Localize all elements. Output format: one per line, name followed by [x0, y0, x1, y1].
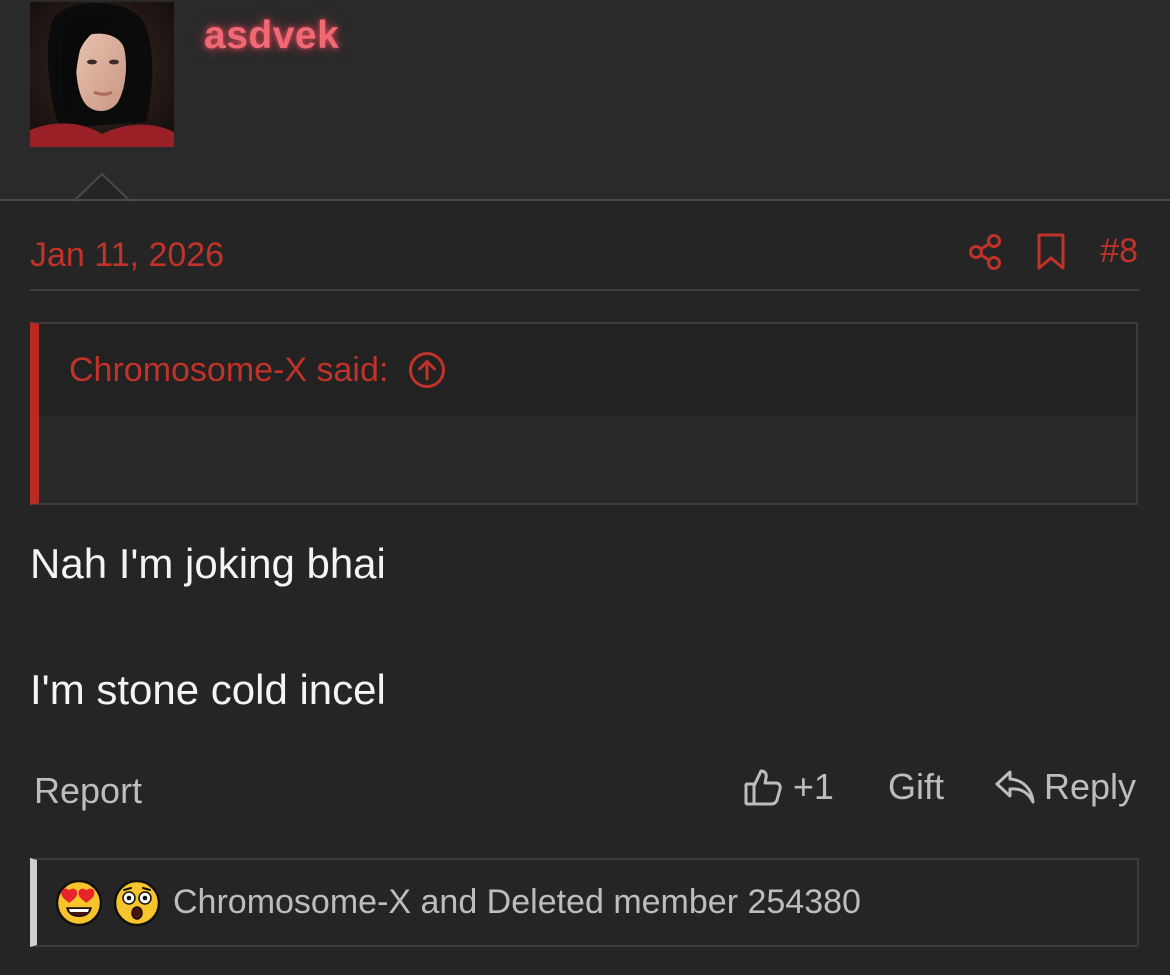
reactions-bar[interactable]: Chromosome-X and Deleted member 254380 — [30, 858, 1139, 947]
gift-button[interactable]: Gift — [888, 766, 944, 808]
post-container: asdvek Jan 11, 2026 #8 Chromosome-X said… — [0, 0, 1170, 975]
quote-header: Chromosome-X said: — [39, 324, 1136, 416]
thumbs-up-icon — [744, 769, 782, 806]
message-line: I'm stone cold incel — [30, 666, 386, 713]
reactions-text[interactable]: Chromosome-X and Deleted member 254380 — [173, 883, 861, 922]
post-date[interactable]: Jan 11, 2026 — [30, 236, 224, 275]
post-actions: +1 Gift Reply — [743, 766, 1136, 808]
astonished-emoji-icon — [113, 879, 161, 926]
user-block: asdvek — [0, 0, 1170, 200]
reply-label: Reply — [1043, 766, 1136, 807]
username[interactable]: asdvek — [204, 14, 339, 58]
share-icon[interactable] — [968, 233, 1002, 270]
like-button[interactable]: +1 — [743, 766, 834, 808]
gift-label: Gift — [887, 766, 944, 807]
header-divider — [0, 199, 1170, 201]
report-link[interactable]: Report — [34, 770, 142, 812]
reply-button[interactable]: Reply — [994, 766, 1136, 808]
speech-notch — [74, 173, 130, 202]
arrow-up-circle-icon[interactable] — [408, 351, 446, 389]
avatar[interactable] — [30, 2, 174, 147]
quote-content — [39, 416, 1136, 503]
post-meta-actions: #8 — [968, 232, 1138, 271]
heart-eyes-emoji-icon — [55, 879, 103, 926]
bookmark-icon[interactable] — [1036, 233, 1066, 271]
avatar-image — [30, 2, 174, 147]
meta-divider — [30, 289, 1140, 291]
reply-arrow-icon — [995, 770, 1035, 804]
like-count: +1 — [792, 766, 834, 807]
post-number[interactable]: #8 — [1100, 232, 1138, 271]
message-line: Nah I'm joking bhai — [30, 540, 386, 587]
quote-block: Chromosome-X said: — [30, 322, 1138, 505]
quote-attribution[interactable]: Chromosome-X said: — [69, 351, 388, 390]
